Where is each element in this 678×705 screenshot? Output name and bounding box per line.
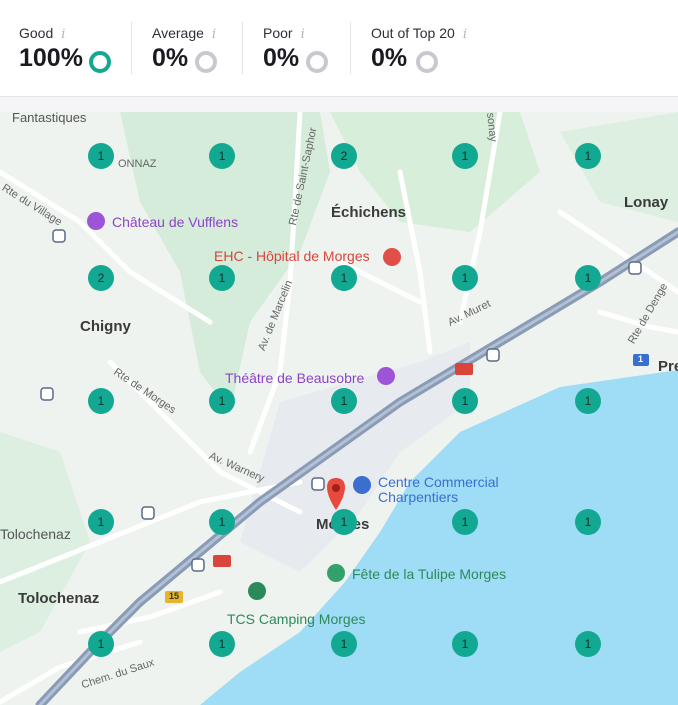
stat-average-text: Average: [152, 25, 204, 41]
rank-pin[interactable]: 1: [452, 265, 478, 291]
road-shield-label: 1: [638, 354, 644, 364]
rank-pin[interactable]: 1: [331, 631, 357, 657]
rank-pin[interactable]: 1: [209, 265, 235, 291]
town-label-lonay: Lonay: [624, 194, 669, 211]
info-icon[interactable]: i: [463, 27, 467, 42]
rank-pin[interactable]: 2: [331, 143, 357, 169]
ring-empty-icon: [306, 51, 328, 73]
divider: [242, 22, 243, 74]
info-icon[interactable]: i: [61, 27, 65, 42]
rank-pin[interactable]: 1: [331, 265, 357, 291]
rank-pin[interactable]: 1: [88, 509, 114, 535]
poi-label-centre-line2[interactable]: Charpentiers: [378, 489, 458, 505]
map-label: Fantastiques: [12, 112, 87, 125]
rank-pin[interactable]: 1: [575, 265, 601, 291]
rank-pin[interactable]: 1: [575, 631, 601, 657]
stat-top20-value: 0%: [371, 44, 408, 72]
rank-pin[interactable]: 1: [209, 509, 235, 535]
stat-good-value: 100%: [19, 44, 83, 72]
rank-pin[interactable]: 2: [88, 265, 114, 291]
info-icon[interactable]: i: [212, 27, 216, 42]
stat-poor-label: Poor i: [263, 25, 305, 42]
town-label-chigny: Chigny: [80, 318, 131, 335]
rank-pin[interactable]: 1: [575, 388, 601, 414]
rank-pin[interactable]: 1: [209, 388, 235, 414]
stat-poor-text: Poor: [263, 25, 293, 41]
rank-pin[interactable]: 1: [452, 388, 478, 414]
town-label-pre: Pre: [658, 358, 678, 375]
rank-pin[interactable]: 1: [452, 631, 478, 657]
rank-pin[interactable]: 1: [88, 631, 114, 657]
stat-good-text: Good: [19, 25, 54, 41]
rank-pin[interactable]: 1: [209, 143, 235, 169]
ring-good-icon: [89, 51, 111, 73]
rank-pin[interactable]: 1: [209, 631, 235, 657]
rank-pin[interactable]: 1: [331, 388, 357, 414]
town-label-tolochenaz: Tolochenaz: [0, 526, 71, 542]
divider: [131, 22, 132, 74]
rank-pin[interactable]: 1: [331, 509, 357, 535]
poi-label-tcs[interactable]: TCS Camping Morges: [227, 611, 366, 627]
road-shield-label: 15: [169, 591, 180, 601]
stats-bar: Good i 100% Average i 0% Poor i 0% Out of T…: [0, 0, 678, 97]
rank-pin[interactable]: 1: [88, 143, 114, 169]
rank-pin[interactable]: 1: [575, 509, 601, 535]
town-label-tolochenaz-2: Tolochenaz: [18, 590, 100, 607]
stat-good-label: Good i: [19, 25, 65, 42]
ring-empty-icon: [195, 51, 217, 73]
poi-label-centre-line1[interactable]: Centre Commercial: [378, 474, 499, 490]
divider: [350, 22, 351, 74]
info-icon[interactable]: i: [301, 27, 305, 42]
rank-pin[interactable]: 1: [575, 143, 601, 169]
stat-average-label: Average i: [152, 25, 216, 42]
map[interactable]: Fantastiques ONNAZ Rte du Village Châtea…: [0, 112, 678, 705]
rank-pin[interactable]: 1: [452, 509, 478, 535]
poi-label-chateau[interactable]: Château de Vufflens: [112, 214, 238, 230]
poi-label-hospital[interactable]: EHC - Hôpital de Morges: [214, 248, 370, 264]
rank-pin[interactable]: 1: [452, 143, 478, 169]
stat-top20-label: Out of Top 20 i: [371, 25, 467, 42]
poi-label-tulipe[interactable]: Fête de la Tulipe Morges: [352, 566, 506, 582]
map-label: ONNAZ: [118, 158, 157, 170]
poi-label-theatre[interactable]: Théâtre de Beausobre: [225, 370, 364, 386]
rank-pin[interactable]: 1: [88, 388, 114, 414]
stat-top20-text: Out of Top 20: [371, 25, 455, 41]
stat-average-value: 0%: [152, 44, 189, 72]
town-label-echichens: Échichens: [331, 204, 407, 221]
ring-empty-icon: [416, 51, 438, 73]
stat-poor-value: 0%: [263, 44, 300, 72]
